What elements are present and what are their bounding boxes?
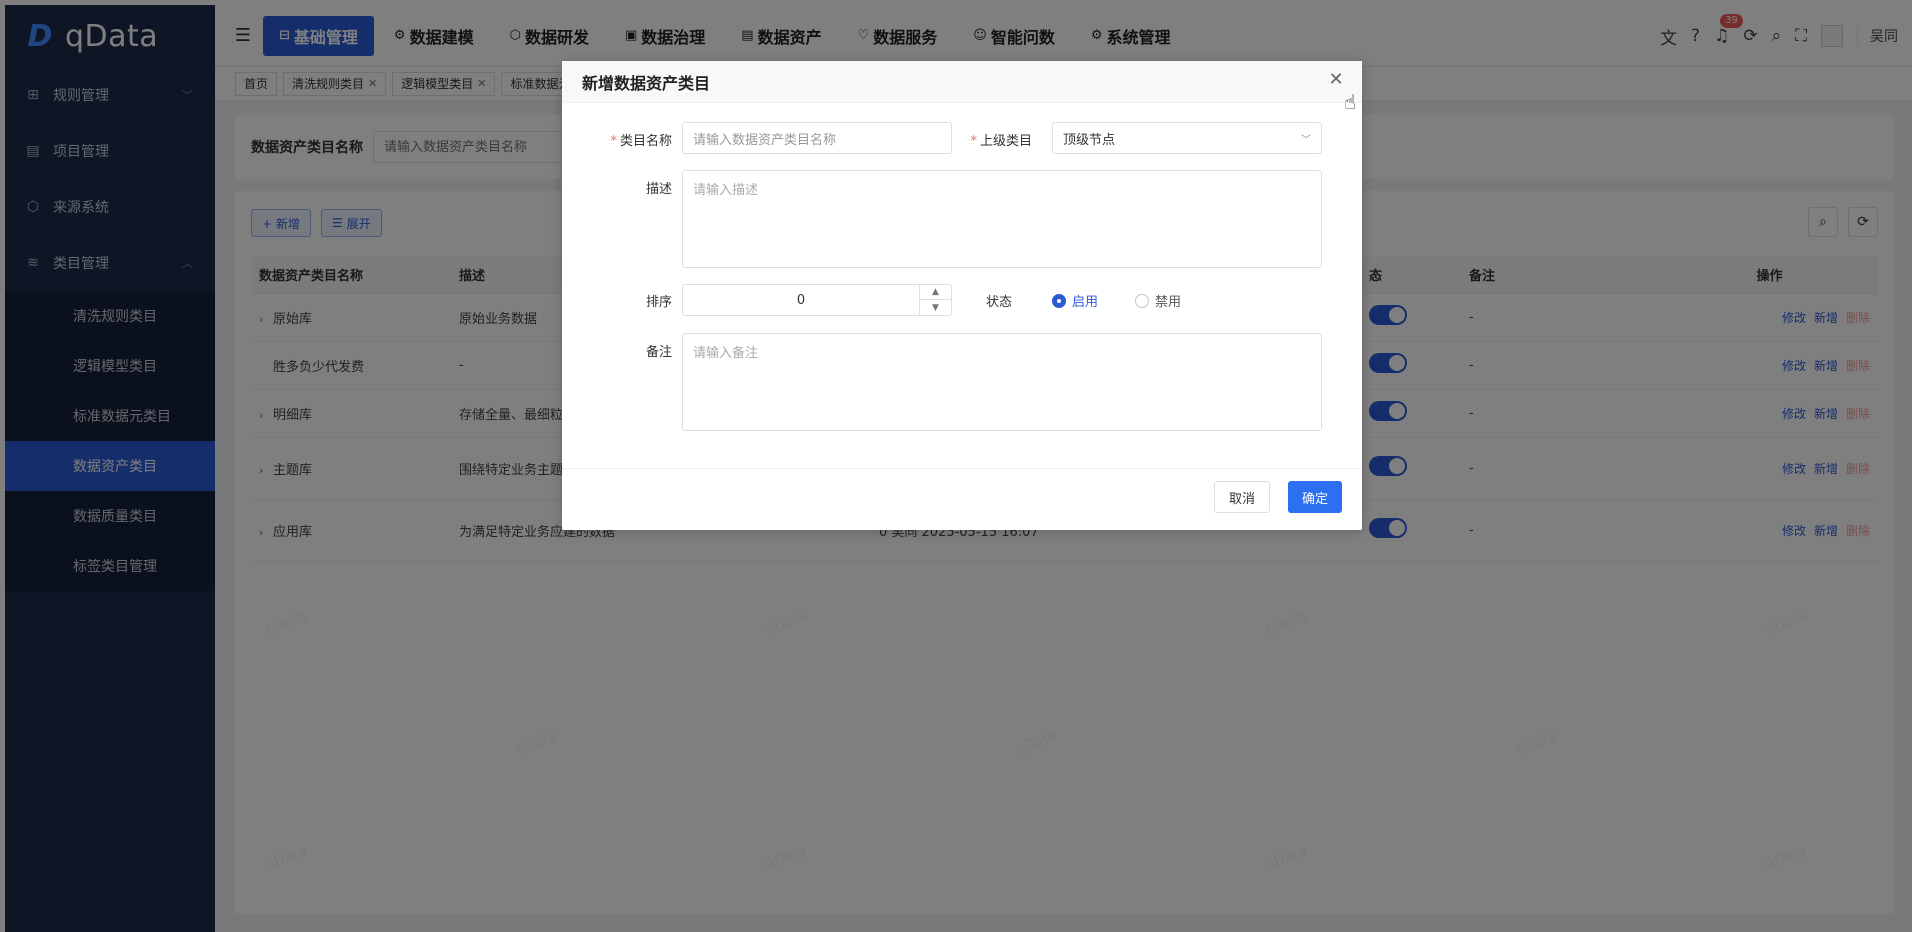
dialog-title: 新增数据资产类目 <box>582 73 711 93</box>
name-field-label: * 类目名称 <box>582 130 672 149</box>
radio-label: 启用 <box>1072 295 1099 310</box>
select-value: 顶级节点 <box>1063 132 1116 148</box>
status-enabled-radio[interactable]: 启用 <box>1052 291 1098 310</box>
label-text: 上级类目 <box>979 134 1032 149</box>
parent-field-label: * 上级类目 <box>882 130 1032 149</box>
dialog-header: 新增数据资产类目 ✕ <box>562 61 1362 103</box>
sort-value[interactable]: 0 <box>683 285 919 315</box>
close-icon[interactable]: ✕ <box>1326 69 1346 90</box>
cancel-button[interactable]: 取消 <box>1213 481 1270 513</box>
required-mark: * <box>610 134 617 149</box>
chevron-down-icon: ﹀ <box>1301 135 1311 146</box>
status-field-label: 状态 <box>985 295 1012 310</box>
remark-field-label: 备注 <box>645 345 672 360</box>
required-mark: * <box>970 134 977 149</box>
radio-dot <box>1135 293 1149 308</box>
radio-dot <box>1052 293 1066 308</box>
description-textarea[interactable]: 请输入描述 <box>682 170 1322 268</box>
status-disabled-radio[interactable]: 禁用 <box>1135 291 1181 310</box>
confirm-button[interactable]: 确定 <box>1287 481 1342 513</box>
hand-cursor-icon: ☝ <box>1344 90 1357 114</box>
radio-label: 禁用 <box>1155 295 1182 310</box>
remark-textarea[interactable]: 请输入备注 <box>682 333 1322 431</box>
sort-field-label: 排序 <box>645 295 672 310</box>
add-category-dialog: 新增数据资产类目 ✕ * 类目名称 请输入数据资产类目名称 * 上级类目 顶级节点 … <box>562 61 1362 530</box>
dialog-footer: 取消 确定 <box>562 468 1362 530</box>
parent-category-select[interactable]: 顶级节点 ﹀ <box>1052 122 1322 154</box>
label-text: 类目名称 <box>619 134 672 149</box>
desc-field-label: 描述 <box>645 182 672 197</box>
